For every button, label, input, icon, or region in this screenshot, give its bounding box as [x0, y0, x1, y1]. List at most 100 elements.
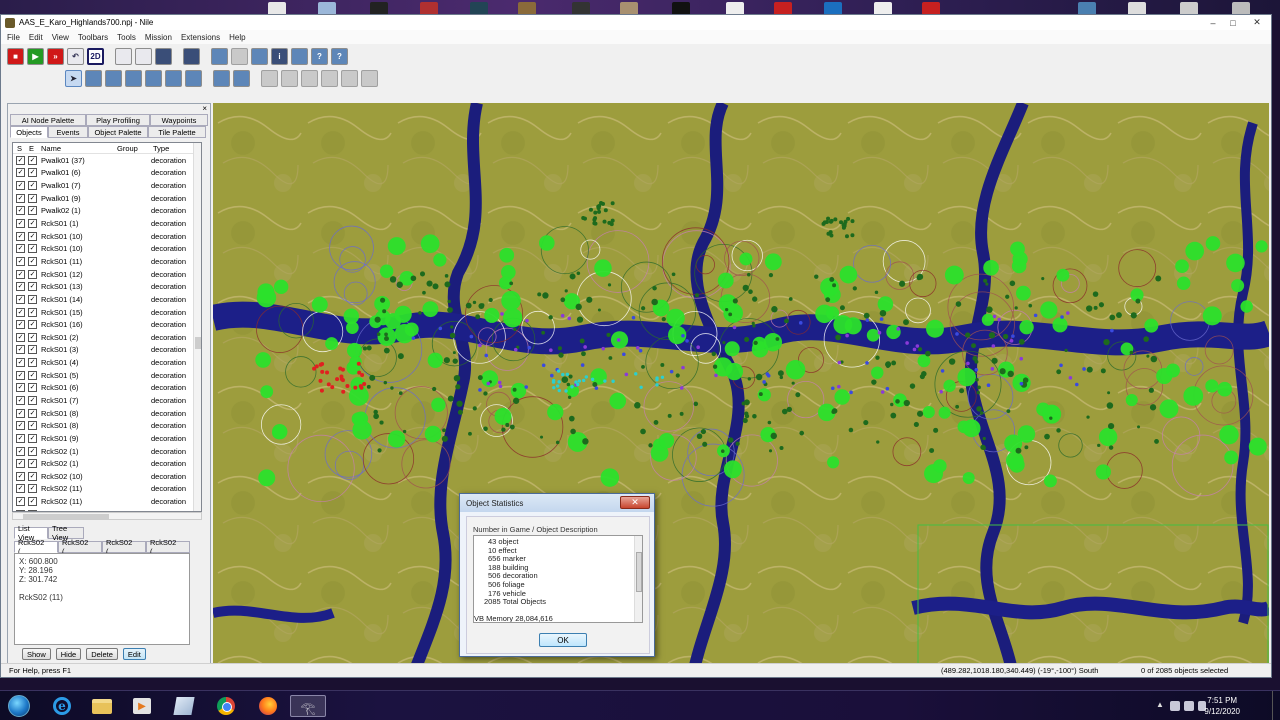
- cyan-marker[interactable]: [584, 375, 589, 379]
- decoration-marker[interactable]: [833, 217, 838, 222]
- foliage-marker[interactable]: [839, 265, 858, 284]
- decoration-marker[interactable]: [779, 375, 784, 380]
- unit-marker[interactable]: [865, 318, 870, 322]
- enemy-unit-marker[interactable]: [345, 384, 350, 389]
- foliage-marker[interactable]: [501, 290, 521, 311]
- decoration-marker[interactable]: [374, 316, 381, 323]
- decoration-marker[interactable]: [991, 357, 998, 364]
- enable-checkbox[interactable]: ✓: [28, 307, 37, 317]
- decoration-marker[interactable]: [380, 297, 386, 303]
- foliage-marker[interactable]: [1011, 258, 1027, 274]
- decoration-marker[interactable]: [366, 345, 372, 351]
- foliage-marker[interactable]: [424, 425, 442, 443]
- decoration-marker[interactable]: [512, 397, 520, 404]
- unit-marker[interactable]: [685, 339, 689, 343]
- table-row[interactable]: ✓ ✓ RckS01 (13) decoration: [13, 280, 201, 293]
- enable-checkbox[interactable]: ✓: [28, 320, 37, 330]
- decoration-marker[interactable]: [566, 382, 571, 387]
- enable-checkbox[interactable]: ✓: [28, 282, 37, 292]
- unit-marker[interactable]: [1033, 313, 1038, 318]
- decoration-marker[interactable]: [913, 421, 919, 428]
- table-row[interactable]: ✓ ✓ RckS01 (1) decoration: [13, 217, 201, 230]
- decoration-marker[interactable]: [483, 426, 488, 432]
- decoration-marker[interactable]: [384, 332, 388, 337]
- decoration-marker[interactable]: [558, 352, 564, 358]
- enable-checkbox[interactable]: ✓: [28, 421, 37, 431]
- unit-marker[interactable]: [940, 369, 945, 373]
- scroll-thumb[interactable]: [195, 337, 201, 349]
- foliage-marker[interactable]: [1255, 240, 1268, 253]
- decoration-marker[interactable]: [959, 388, 965, 394]
- decoration-marker[interactable]: [744, 411, 749, 416]
- show-checkbox[interactable]: ✓: [16, 244, 25, 254]
- decoration-marker[interactable]: [1116, 312, 1122, 318]
- unit-marker[interactable]: [880, 390, 885, 394]
- decoration-marker[interactable]: [1135, 298, 1141, 304]
- context-help-icon[interactable]: ?: [331, 47, 348, 65]
- column-group[interactable]: Group: [113, 144, 149, 153]
- unit-marker[interactable]: [550, 373, 554, 378]
- table-row[interactable]: ✓ ✓ Pwalk01 (6) decoration: [13, 167, 201, 180]
- decoration-marker[interactable]: [396, 281, 403, 288]
- decoration-marker[interactable]: [828, 219, 833, 224]
- decoration-marker[interactable]: [581, 351, 586, 357]
- decoration-marker[interactable]: [597, 308, 601, 312]
- enemy-unit-marker[interactable]: [339, 377, 344, 382]
- decoration-marker[interactable]: [742, 284, 749, 292]
- decoration-marker[interactable]: [679, 411, 684, 416]
- decoration-marker[interactable]: [852, 286, 857, 291]
- show-checkbox[interactable]: ✓: [16, 370, 25, 380]
- foliage-marker[interactable]: [352, 420, 372, 440]
- unit-marker[interactable]: [669, 369, 674, 374]
- decoration-marker[interactable]: [648, 443, 653, 448]
- cyan-marker[interactable]: [590, 377, 595, 382]
- decoration-marker[interactable]: [671, 272, 676, 277]
- decoration-marker[interactable]: [917, 347, 923, 352]
- foliage-marker[interactable]: [348, 385, 369, 406]
- decoration-marker[interactable]: [955, 404, 960, 409]
- unit-marker[interactable]: [732, 325, 737, 330]
- enemy-unit-marker[interactable]: [325, 370, 330, 375]
- foliage-marker[interactable]: [325, 337, 339, 351]
- unit-marker[interactable]: [696, 345, 700, 350]
- table-row[interactable]: ✓ ✓ RckS02 (10) decoration: [13, 470, 201, 483]
- unit-marker[interactable]: [765, 372, 770, 376]
- unit-marker[interactable]: [939, 389, 943, 394]
- unit-marker[interactable]: [885, 386, 890, 391]
- decoration-marker[interactable]: [771, 306, 778, 313]
- edit-button[interactable]: Edit: [122, 648, 146, 660]
- decoration-marker[interactable]: [929, 448, 935, 454]
- decoration-marker[interactable]: [825, 297, 831, 303]
- decoration-marker[interactable]: [432, 386, 437, 392]
- decoration-marker[interactable]: [916, 410, 924, 417]
- decoration-marker[interactable]: [596, 206, 601, 211]
- enemy-unit-marker[interactable]: [340, 367, 345, 372]
- decoration-marker[interactable]: [925, 350, 931, 357]
- foliage-marker[interactable]: [609, 392, 627, 410]
- prop-tab-2[interactable]: RckS02 (...: [58, 538, 102, 556]
- decoration-marker[interactable]: [442, 428, 446, 433]
- table-row[interactable]: ✓ ✓ RckS01 (16) decoration: [13, 318, 201, 331]
- decoration-marker[interactable]: [1007, 370, 1014, 378]
- unit-marker[interactable]: [1110, 328, 1114, 333]
- enemy-unit-marker[interactable]: [319, 388, 324, 393]
- table-row[interactable]: ✓ ✓ RckS01 (10) decoration: [13, 230, 201, 243]
- unit-marker[interactable]: [541, 363, 546, 368]
- table-row[interactable]: ✓ ✓ Pwalk02 (1) decoration: [13, 205, 201, 218]
- table-row[interactable]: ✓ ✓ RckS01 (4) decoration: [13, 356, 201, 369]
- decoration-marker[interactable]: [586, 296, 593, 303]
- foliage-marker[interactable]: [1248, 437, 1267, 456]
- foliage-marker[interactable]: [1052, 317, 1068, 333]
- prop-tab-1[interactable]: RckS02 (...: [14, 538, 58, 556]
- decoration-marker[interactable]: [561, 376, 569, 383]
- show-checkbox[interactable]: ✓: [16, 345, 25, 355]
- enable-checkbox[interactable]: ✓: [28, 358, 37, 368]
- table-row[interactable]: ✓ ✓ RckS01 (15) decoration: [13, 306, 201, 319]
- foliage-marker[interactable]: [256, 287, 277, 308]
- decoration-marker[interactable]: [542, 292, 549, 299]
- foliage-marker[interactable]: [1240, 300, 1253, 313]
- decoration-marker[interactable]: [1024, 445, 1029, 450]
- decoration-marker[interactable]: [1100, 368, 1106, 374]
- foliage-marker[interactable]: [1015, 285, 1031, 301]
- foliage-marker[interactable]: [1219, 424, 1239, 445]
